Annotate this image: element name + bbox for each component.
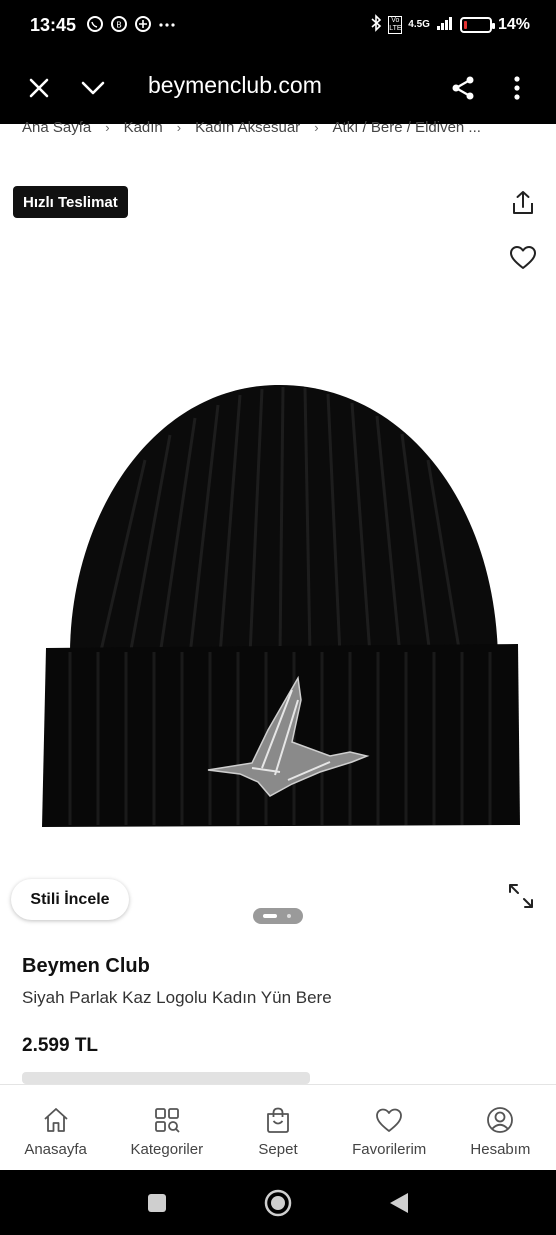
chevron-down-icon[interactable] [74, 70, 112, 106]
chevron-right-icon: › [105, 119, 110, 135]
carousel-indicator [253, 908, 303, 924]
browser-toolbar: beymenclub.com [0, 52, 556, 124]
status-time: 13:45 [30, 15, 77, 35]
nav-label-cart: Sepet [258, 1141, 298, 1158]
breadcrumb-item-scarf-hat-gloves[interactable]: Atkı / Bere / Eldiven ... [333, 119, 481, 136]
heart-icon[interactable] [509, 244, 537, 272]
stili-incele-button[interactable]: Stili İncele [11, 879, 129, 920]
signal-icon [436, 15, 454, 34]
status-bar: 13:45 B Vo LTE 4.5G 14% [0, 0, 556, 52]
volte-icon: Vo LTE [388, 15, 403, 34]
back-icon[interactable] [384, 1188, 414, 1218]
nav-item-cart[interactable]: Sepet [222, 1085, 333, 1170]
breadcrumb: Ana Sayfa › Kadın › Kadın Aksesuar › Atk… [22, 116, 532, 138]
nav-label-favorites: Favorilerim [352, 1141, 427, 1158]
nav-item-favorites[interactable]: Favorilerim [334, 1085, 445, 1170]
nav-item-categories[interactable]: Kategoriler [111, 1085, 222, 1170]
home-icon [43, 1108, 68, 1132]
android-navigation-bar [0, 1170, 556, 1235]
url-bar[interactable]: beymenclub.com [148, 72, 322, 99]
whatsapp-icon [86, 15, 104, 38]
fast-delivery-badge: Hızlı Teslimat [13, 186, 128, 218]
product-name: Siyah Parlak Kaz Logolu Kadın Yün Bere [22, 988, 332, 1007]
loading-placeholder [22, 1072, 310, 1084]
breadcrumb-item-women[interactable]: Kadın [124, 119, 163, 136]
breadcrumb-item-home[interactable]: Ana Sayfa [22, 119, 91, 136]
product-price: 2.599 TL [22, 1035, 99, 1056]
breadcrumb-item-women-accessories[interactable]: Kadın Aksesuar [195, 119, 300, 136]
home-button-icon[interactable] [263, 1188, 293, 1218]
chevron-right-icon: › [314, 119, 319, 135]
account-icon [487, 1107, 514, 1133]
nav-label-account: Hesabım [470, 1141, 531, 1158]
nav-item-account[interactable]: Hesabım [445, 1085, 556, 1170]
nav-label-home: Anasayfa [24, 1141, 87, 1158]
bluetooth-icon [370, 14, 382, 35]
message-plus-icon [134, 15, 152, 38]
bottom-navigation: Anasayfa Kategoriler Sepet Favorilerim H… [0, 1084, 556, 1170]
carousel-dot [287, 914, 291, 918]
product-brand[interactable]: Beymen Club [22, 955, 150, 978]
expand-icon[interactable] [506, 881, 536, 911]
carousel-dot-active [263, 914, 277, 918]
battery-percent: 14% [497, 15, 530, 33]
heart-icon [376, 1108, 403, 1132]
product-image[interactable] [30, 370, 530, 840]
close-icon[interactable] [20, 70, 58, 106]
more-dots-icon [158, 15, 176, 38]
nav-label-categories: Kategoriler [130, 1141, 204, 1158]
chevron-right-icon: › [176, 119, 182, 135]
network-type: 4.5G [408, 19, 430, 30]
share-icon[interactable] [444, 70, 482, 106]
battery-icon [459, 16, 495, 33]
bag-icon [267, 1107, 289, 1133]
nav-item-home[interactable]: Anasayfa [0, 1085, 111, 1170]
categories-icon [154, 1108, 180, 1133]
top-bar: 13:45 B Vo LTE 4.5G 14% beymenclub.com [0, 0, 556, 124]
whatsapp-business-icon: B [110, 15, 128, 38]
kebab-menu-icon[interactable] [498, 70, 536, 106]
svg-text:B: B [116, 21, 122, 30]
recent-apps-icon[interactable] [142, 1188, 172, 1218]
share-product-icon[interactable] [509, 189, 537, 217]
